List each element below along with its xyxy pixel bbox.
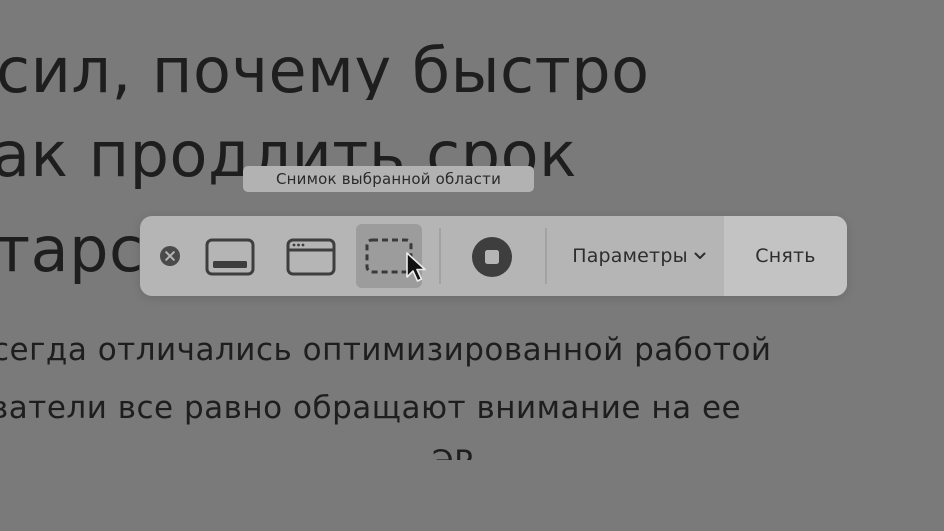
tooltip: Снимок выбранной области (243, 166, 534, 192)
capture-window-icon (286, 238, 336, 276)
record-icon (472, 237, 512, 277)
background-body-line-3: ЭР (432, 444, 473, 460)
toolbar-divider (439, 228, 441, 284)
capture-button[interactable]: Снять (724, 216, 847, 296)
close-button[interactable] (159, 245, 181, 267)
capture-window-button[interactable] (283, 234, 339, 280)
capture-entire-screen-icon (205, 238, 255, 276)
background-headline-line-3: тарс (0, 213, 144, 286)
mouse-cursor-icon (406, 252, 426, 282)
background-body-line-1: сегда отличались оптимизированной работо… (0, 332, 772, 368)
record-button[interactable] (470, 235, 514, 279)
toolbar-divider (545, 228, 547, 284)
background-headline-line-1: сил, почему быстро (0, 34, 650, 100)
background-body-line-2: ватели все равно обращают внимание на ее (0, 390, 742, 426)
capture-entire-screen-button[interactable] (202, 234, 258, 280)
options-label: Параметры (572, 245, 688, 267)
screenshot-toolbar: Параметры Снять (140, 216, 847, 296)
options-button[interactable]: Параметры (554, 216, 724, 296)
chevron-down-icon (694, 252, 706, 260)
close-icon (160, 246, 180, 266)
